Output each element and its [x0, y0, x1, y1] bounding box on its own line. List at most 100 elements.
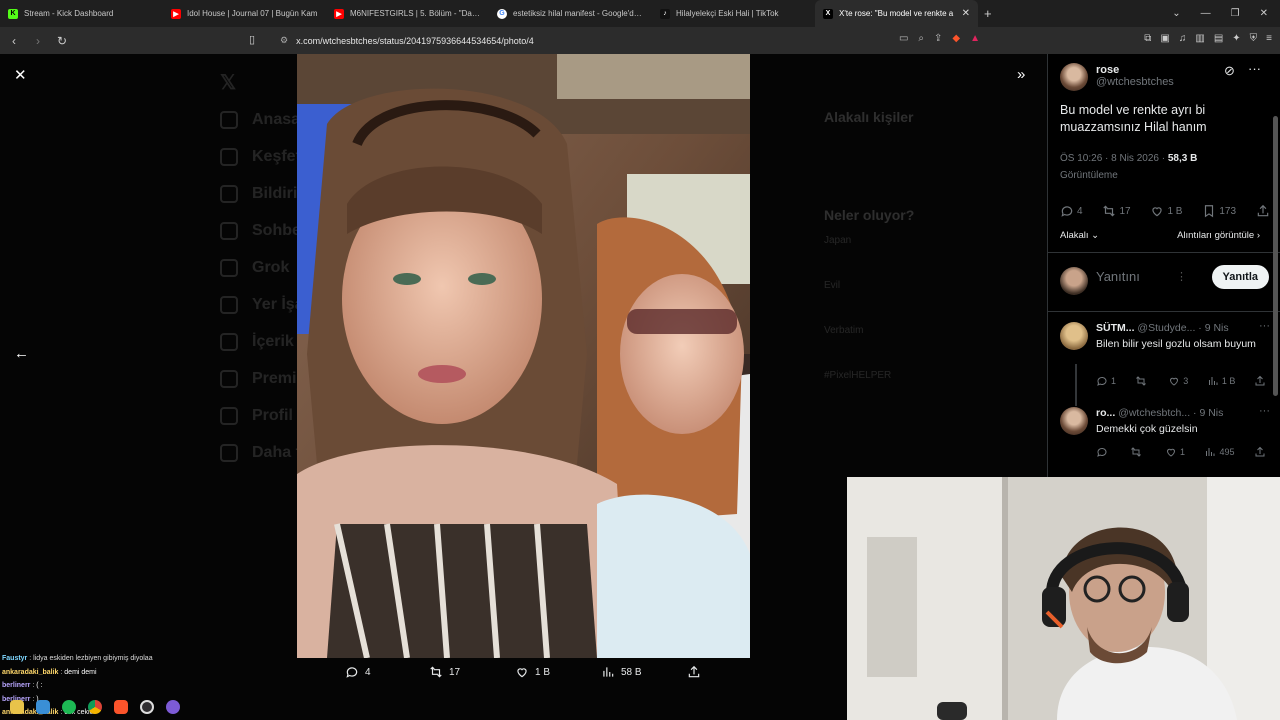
share-icon[interactable]: ⇪ [934, 33, 942, 44]
explorer-icon[interactable] [10, 700, 24, 714]
minimize-icon[interactable]: — [1201, 8, 1211, 19]
ghost-right-column: Alakalı kişiler Neler oluyor? Japan Evil… [824, 109, 1034, 415]
reply-button[interactable]: 4 [345, 665, 371, 679]
reply-avatar[interactable] [1060, 322, 1088, 350]
extension-icon[interactable]: ▣ [1160, 33, 1169, 44]
zoom-icon[interactable]: ⌕ [918, 33, 924, 44]
wallet-icon[interactable]: ▤ [1214, 33, 1223, 44]
expand-panel-icon[interactable]: » [1017, 66, 1025, 83]
reply-icon [1097, 376, 1107, 386]
nav-bar: ‹ › ↻ ▯ ⚙ x.com/wtchesbtches/status/2041… [0, 27, 1280, 54]
close-lightbox-icon[interactable]: ✕ [14, 66, 27, 84]
ghost-heading: Alakalı kişiler [824, 109, 914, 125]
new-tab-button[interactable]: + [984, 6, 992, 21]
reply-submit-button[interactable]: Yanıtla [1211, 265, 1269, 289]
reply-avatar[interactable] [1060, 407, 1088, 435]
app-icon[interactable] [36, 700, 50, 714]
bookmark-icon[interactable]: ▯ [249, 33, 255, 46]
chrome-icon[interactable] [88, 700, 102, 714]
share-button[interactable] [1254, 446, 1266, 458]
author-avatar[interactable] [1060, 63, 1088, 91]
author-handle[interactable]: @wtchesbtches [1096, 76, 1174, 88]
menu-icon[interactable]: ≡ [1266, 33, 1272, 44]
repost-icon [1103, 205, 1116, 217]
media-icon[interactable]: ♫ [1179, 33, 1187, 44]
toolbar-extensions: ⧉ ▣ ♫ ▥ ▤ ✦ ⛨ ≡ [1144, 33, 1272, 44]
heart-icon [1166, 448, 1175, 457]
repost-button[interactable] [1135, 375, 1150, 387]
brave-shield-icon[interactable]: ◆ [952, 33, 960, 44]
views-button[interactable]: 58 B [601, 665, 642, 679]
author-name[interactable]: rose [1096, 64, 1174, 76]
tab-kick-dashboard[interactable]: K Stream - Kick Dashboard [0, 0, 163, 27]
reply-input[interactable]: Yanıtını [1096, 269, 1140, 284]
share-icon [1257, 204, 1269, 217]
share-icon [1255, 446, 1265, 457]
tab-x-rose[interactable]: X X'te rose: "Bu model ve renkte a ✕ [815, 0, 978, 27]
tab-title: Hilalyelekçi Eski Hali | TikTok [676, 9, 779, 18]
reply-icon [1097, 447, 1107, 457]
heart-icon [1170, 377, 1179, 386]
tab-manifestgirls[interactable]: ▶ M6NIFESTGIRLS | 5. Bölüm - "Daha İy [326, 0, 489, 27]
window-close-icon[interactable]: ✕ [1260, 8, 1268, 19]
extension-icon[interactable]: ⧉ [1144, 33, 1151, 44]
repost-button[interactable]: 17 [1102, 204, 1131, 218]
tweet-time[interactable]: ÖS 10:26 · 8 Nis 2026 · [1060, 153, 1165, 164]
maximize-icon[interactable]: ❐ [1231, 8, 1240, 19]
ghost-heading: Neler oluyor? [824, 207, 915, 223]
tab-google-search[interactable]: G estetiksiz hilal manifest - Google'da … [489, 0, 652, 27]
site-info-icon[interactable]: ⚙ [280, 35, 288, 46]
tab-title: estetiksiz hilal manifest - Google'da A [513, 9, 644, 18]
ghost-row [824, 137, 1034, 207]
sidebar-icon[interactable]: ▥ [1195, 33, 1204, 44]
brave-icon[interactable] [114, 700, 128, 714]
tab-search-icon[interactable]: ⌄ [1172, 8, 1180, 19]
tab-idol-house[interactable]: ▶ Idol House | Journal 07 | Bugün Kam [163, 0, 326, 27]
like-button[interactable]: 3 [1168, 375, 1188, 387]
obs-icon[interactable] [140, 700, 154, 714]
tweet-photo[interactable] [297, 54, 750, 658]
app-icon[interactable] [166, 700, 180, 714]
share-button[interactable] [1256, 204, 1270, 218]
brave-rewards-icon[interactable]: ▲ [970, 33, 980, 44]
views-button[interactable]: 495 [1204, 446, 1235, 458]
back-icon[interactable]: ‹ [4, 34, 24, 48]
leo-icon[interactable]: ✦ [1232, 33, 1240, 44]
more-options-icon[interactable]: ··· [1248, 61, 1261, 76]
more-options-icon[interactable]: ··· [1259, 320, 1270, 332]
views-button[interactable]: 1 B [1207, 375, 1235, 387]
share-button[interactable] [1254, 375, 1266, 387]
repost-count: 17 [449, 666, 461, 678]
reply-button[interactable] [1096, 446, 1111, 458]
spotify-icon[interactable] [62, 700, 76, 714]
bookmark-icon [1205, 205, 1214, 218]
like-button[interactable]: 1 B [1150, 204, 1182, 218]
author-info: rose @wtchesbtches [1096, 64, 1174, 88]
view-quotes-link[interactable]: Alıntıları görüntüle › [1177, 230, 1260, 241]
repost-button[interactable] [1130, 446, 1145, 458]
bookmark-button[interactable]: 173 [1202, 204, 1236, 218]
reply-button[interactable]: 1 [1096, 375, 1116, 387]
close-tab-icon[interactable]: ✕ [962, 8, 970, 19]
cast-icon[interactable]: ▭ [899, 33, 908, 44]
repost-icon [1135, 376, 1146, 386]
reload-icon[interactable]: ↻ [52, 34, 72, 48]
tab-title: Idol House | Journal 07 | Bugün Kam [187, 9, 318, 18]
more-options-icon[interactable]: ··· [1259, 405, 1270, 417]
ghost-row: Verbatim [824, 325, 864, 336]
vpn-icon[interactable]: ⛨ [1250, 33, 1258, 44]
views-label: Görüntüleme [1060, 170, 1118, 181]
like-button[interactable]: 1 [1165, 446, 1185, 458]
panel-scrollbar[interactable] [1273, 116, 1278, 396]
like-button[interactable]: 1 B [515, 665, 550, 679]
reply-button[interactable]: 4 [1060, 204, 1083, 218]
share-button[interactable] [687, 665, 701, 679]
grok-icon[interactable]: ⊘ [1224, 63, 1235, 79]
emoji-icon[interactable]: ⋮ [1176, 270, 1187, 283]
repost-button[interactable]: 17 [429, 665, 460, 679]
previous-photo-icon[interactable]: ← [14, 345, 29, 362]
forward-icon[interactable]: › [28, 34, 48, 48]
tab-tiktok[interactable]: ♪ Hilalyelekçi Eski Hali | TikTok [652, 0, 815, 27]
sort-dropdown[interactable]: Alakalı ⌄ [1060, 230, 1099, 241]
share-icon [688, 665, 700, 678]
